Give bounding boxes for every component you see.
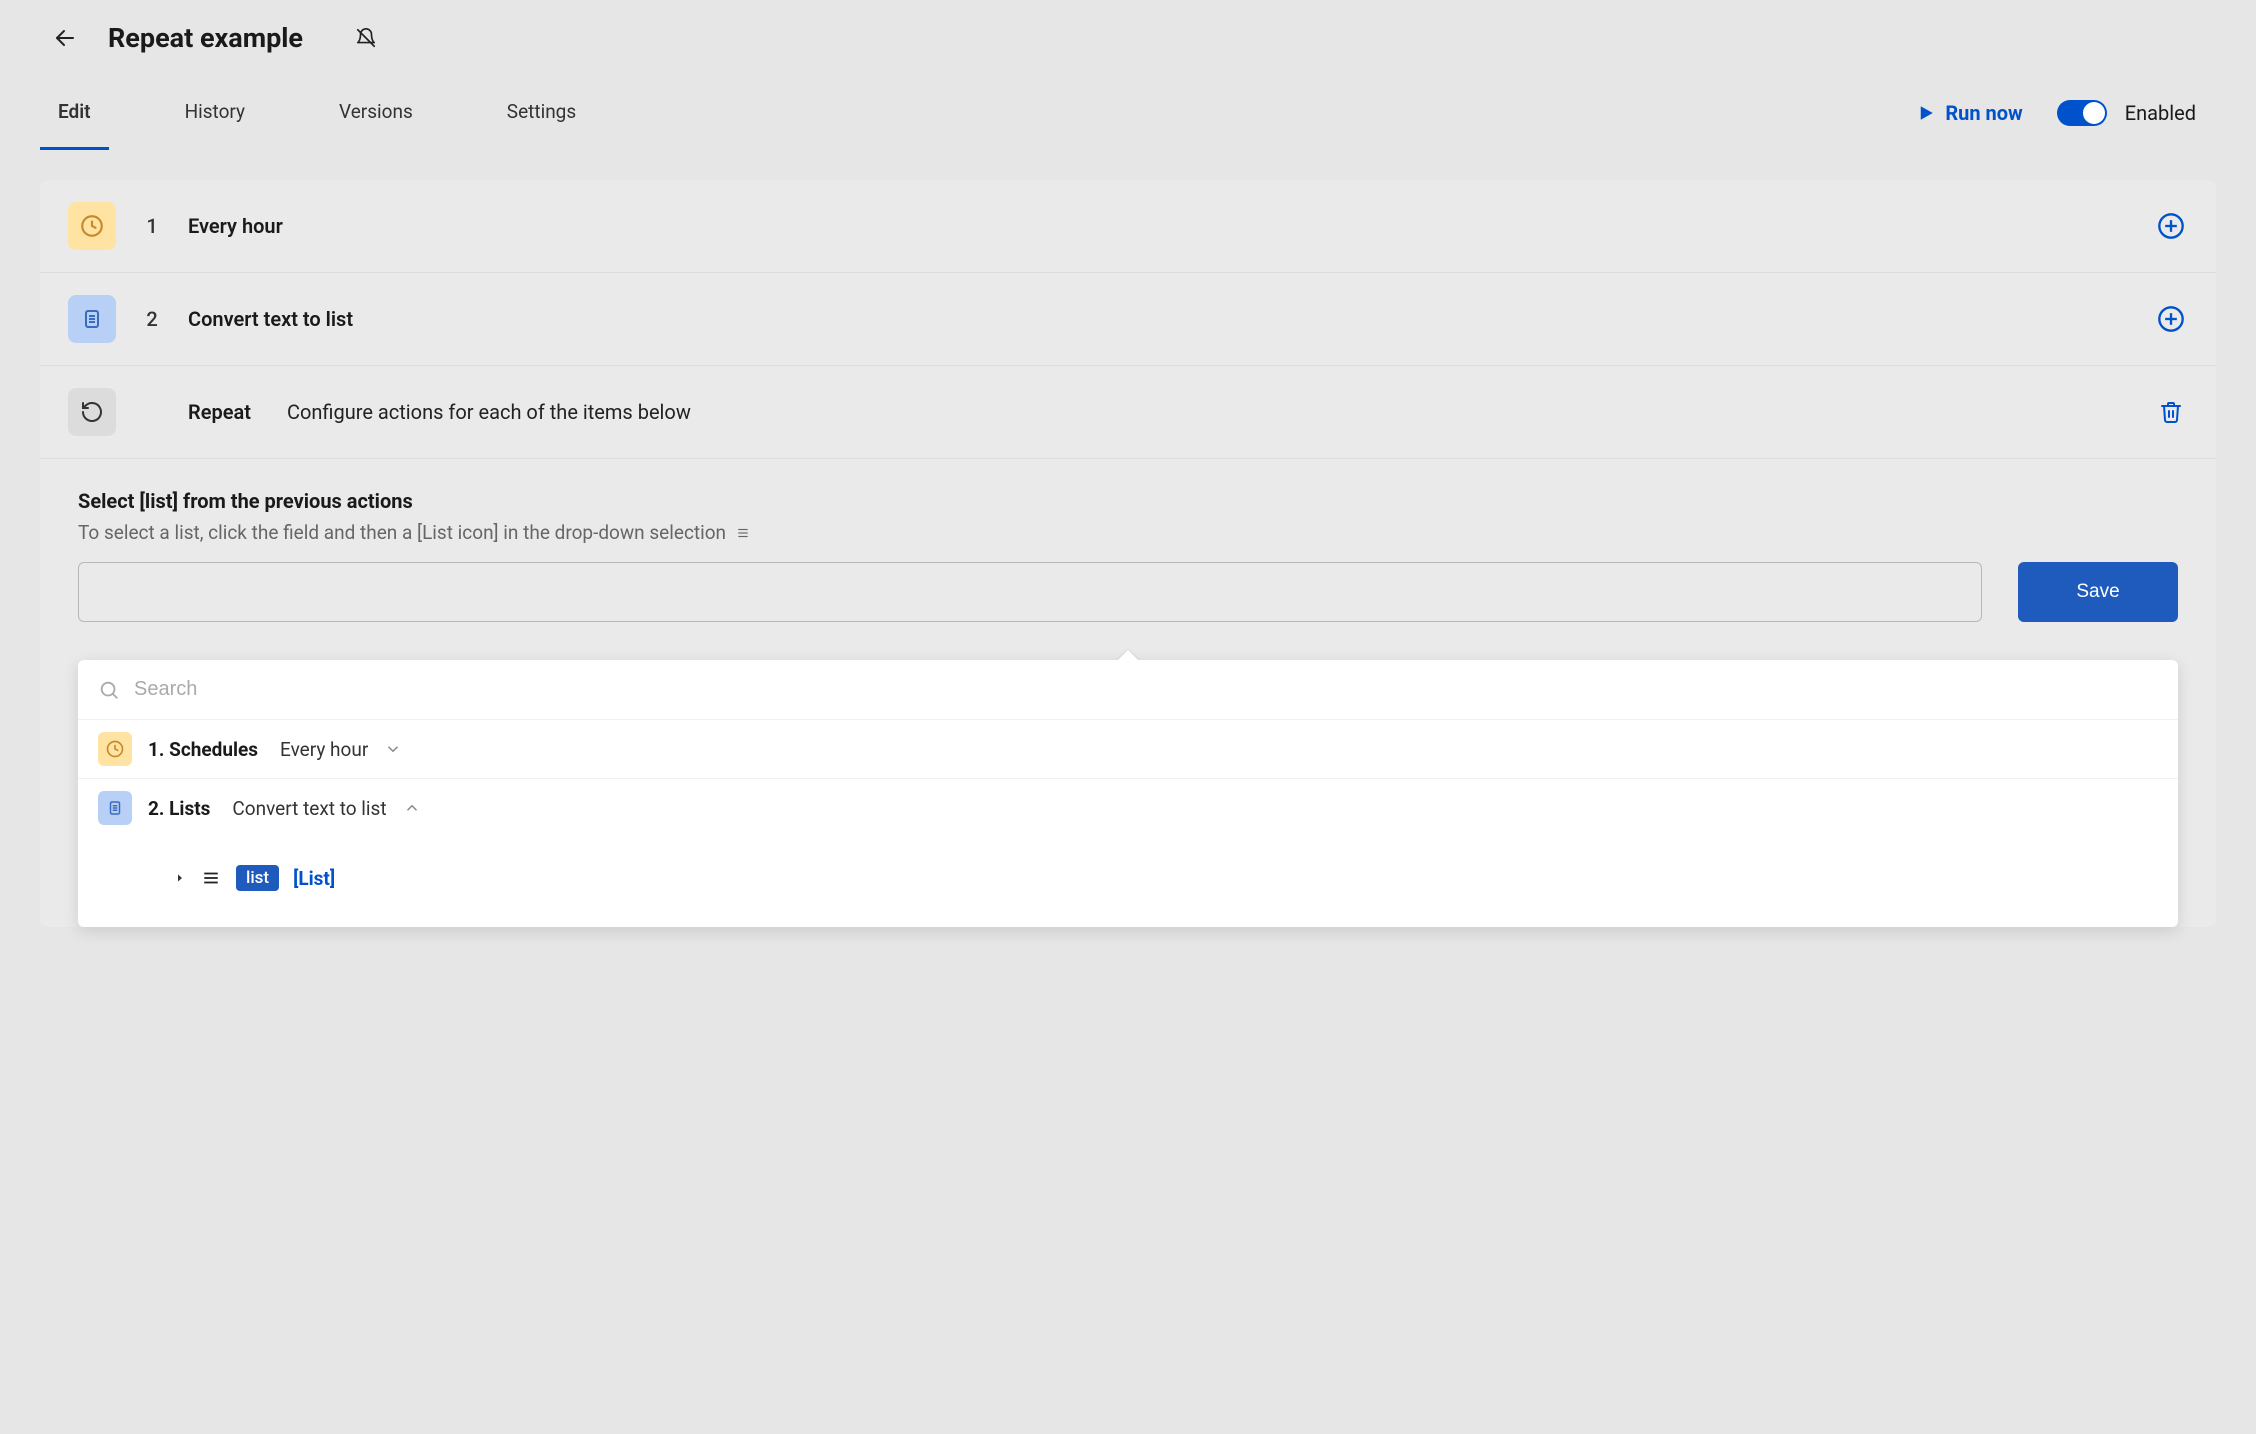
config-hint: To select a list, click the field and th…	[78, 521, 2178, 544]
step-row[interactable]: 1 Every hour	[40, 180, 2216, 273]
trash-icon	[2159, 400, 2183, 424]
clock-icon	[68, 202, 116, 250]
list-icon	[734, 526, 752, 540]
caret-right-icon	[174, 872, 186, 884]
delete-step-button[interactable]	[2154, 395, 2188, 429]
clipboard-icon	[68, 295, 116, 343]
chevron-down-icon	[384, 740, 402, 758]
back-button[interactable]	[50, 23, 80, 53]
arrow-left-icon	[53, 26, 77, 50]
dropdown-search-row	[78, 660, 2178, 719]
dropdown-sub-list[interactable]: list [List]	[78, 837, 2178, 927]
repeat-config: Select [list] from the previous actions …	[40, 459, 2216, 660]
tab-settings[interactable]: Settings	[489, 76, 594, 150]
enabled-label: Enabled	[2125, 101, 2196, 125]
mute-notifications-button[interactable]	[351, 23, 381, 53]
tab-versions[interactable]: Versions	[321, 76, 431, 150]
tab-history[interactable]: History	[167, 76, 263, 150]
plus-circle-icon	[2157, 305, 2185, 333]
dropdown-item-label: 2. Lists	[148, 797, 210, 820]
repeat-label: Repeat	[188, 400, 251, 424]
repeat-row: Repeat Configure actions for each of the…	[40, 366, 2216, 459]
enabled-toggle[interactable]	[2057, 100, 2107, 126]
bell-off-icon	[355, 27, 377, 49]
tabs: Edit History Versions Settings	[40, 76, 594, 150]
save-button[interactable]: Save	[2018, 562, 2178, 622]
dropdown-item-lists[interactable]: 2. Lists Convert text to list	[78, 778, 2178, 837]
clock-icon	[98, 732, 132, 766]
search-icon	[98, 679, 120, 701]
step-title: Every hour	[188, 214, 283, 238]
plus-circle-icon	[2157, 212, 2185, 240]
tab-edit[interactable]: Edit	[40, 76, 109, 150]
run-now-button[interactable]: Run now	[1917, 101, 2022, 125]
step-title: Convert text to list	[188, 307, 353, 331]
dropdown-item-label: 1. Schedules	[148, 738, 258, 761]
dropdown-item-sub: Convert text to list	[232, 797, 386, 820]
list-type-chip: list	[236, 865, 279, 891]
add-step-button[interactable]	[2154, 302, 2188, 336]
step-number: 2	[142, 307, 162, 331]
run-now-label: Run now	[1945, 101, 2022, 125]
page-header: Repeat example	[0, 0, 2256, 76]
play-icon	[1917, 104, 1935, 122]
dropdown-item-sub: Every hour	[280, 738, 368, 761]
list-value-link[interactable]: [List]	[293, 867, 335, 890]
step-row[interactable]: 2 Convert text to list	[40, 273, 2216, 366]
workflow-panel: 1 Every hour 2 Convert text to list Repe…	[40, 180, 2216, 927]
enabled-toggle-wrap: Enabled	[2057, 100, 2196, 126]
config-heading: Select [list] from the previous actions	[78, 489, 2178, 513]
tabs-bar: Edit History Versions Settings Run now E…	[0, 76, 2256, 150]
list-icon	[200, 869, 222, 887]
add-step-button[interactable]	[2154, 209, 2188, 243]
dropdown-popover: 1. Schedules Every hour 2. Lists Convert…	[78, 660, 2178, 927]
dropdown-search-input[interactable]	[134, 678, 2158, 701]
list-select-input[interactable]	[78, 562, 1982, 622]
clipboard-icon	[98, 791, 132, 825]
dropdown-item-schedules[interactable]: 1. Schedules Every hour	[78, 719, 2178, 778]
step-number: 1	[142, 214, 162, 238]
page-title: Repeat example	[108, 22, 303, 54]
repeat-icon	[68, 388, 116, 436]
repeat-description: Configure actions for each of the items …	[287, 400, 691, 424]
chevron-up-icon	[403, 799, 421, 817]
